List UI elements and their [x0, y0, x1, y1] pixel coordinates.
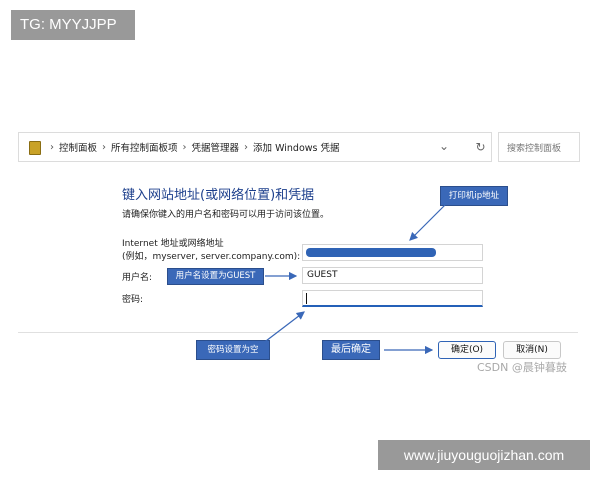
arrow-to-address [409, 204, 446, 241]
ok-button[interactable]: 确定(O) [438, 341, 496, 359]
csdn-watermark: CSDN @晨钟暮鼓 [477, 361, 567, 374]
annotation-arrows [261, 204, 446, 355]
arrow-to-password [261, 311, 305, 345]
cancel-button[interactable]: 取消(N) [503, 341, 561, 359]
site-watermark: www.jiuyouguojizhan.com [378, 440, 590, 470]
